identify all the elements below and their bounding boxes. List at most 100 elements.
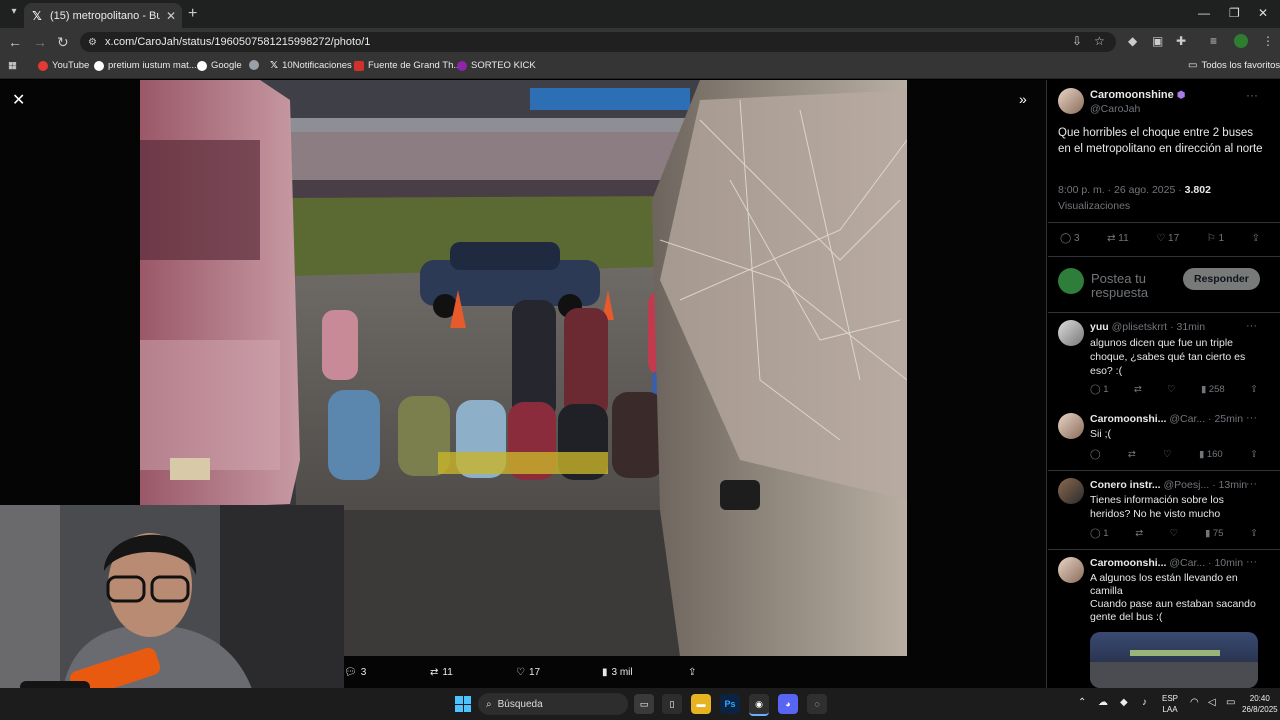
reply-text: Tienes información sobre los heridos? No… bbox=[1090, 494, 1224, 520]
post-meta: 8:00 p. m. · 26 ago. 2025 · 3.802 bbox=[1058, 184, 1211, 196]
window-close-icon[interactable]: ✕ bbox=[1258, 6, 1268, 20]
reply-action[interactable]: 💬︎ 3 bbox=[344, 667, 430, 678]
author-avatar[interactable] bbox=[1058, 88, 1084, 114]
reply-avatar[interactable] bbox=[1058, 557, 1084, 583]
share-icon[interactable]: ⇪ bbox=[1250, 384, 1258, 395]
reply-more-icon[interactable]: ··· bbox=[1246, 478, 1257, 490]
divider bbox=[1048, 256, 1280, 257]
reply-icon[interactable]: ◯ bbox=[1090, 449, 1101, 460]
menu-kebab-icon[interactable]: ⋮ bbox=[1262, 34, 1274, 48]
tab-search-icon[interactable]: ▾ bbox=[6, 6, 22, 22]
bookmark-globe[interactable] bbox=[249, 60, 259, 70]
clock[interactable]: 20:40 26/8/2025 bbox=[1242, 693, 1278, 715]
task-view-icon[interactable]: ▭ bbox=[634, 694, 654, 714]
close-viewer-icon[interactable]: ✕ bbox=[12, 90, 25, 110]
repost-action[interactable]: ⇄ 11 bbox=[430, 667, 516, 678]
views-stat[interactable]: ▮ 160 bbox=[1199, 449, 1223, 460]
bookmark-youtube[interactable]: YouTube bbox=[38, 60, 89, 71]
reply-avatar[interactable] bbox=[1058, 413, 1084, 439]
restore-icon[interactable]: ❐ bbox=[1229, 6, 1240, 20]
author-display-name[interactable]: Caromoonshine ⬢ bbox=[1090, 89, 1186, 101]
share-icon[interactable]: ⇪ bbox=[1250, 449, 1258, 460]
tray-app-icon[interactable]: ◆ bbox=[1120, 697, 1128, 708]
language-indicator[interactable]: ESP LAA bbox=[1162, 693, 1178, 715]
forward-icon[interactable]: → bbox=[33, 34, 47, 50]
reply-stats: ◯ 1 ⇄ ♡ ▮ 258 ⇪ bbox=[1090, 384, 1258, 395]
like-action[interactable]: ♡ 17 bbox=[516, 667, 602, 678]
app-icon-2[interactable]: ◌ bbox=[807, 694, 827, 714]
address-bar[interactable]: ⚙ x.com/CaroJah/status/19605075812159982… bbox=[80, 32, 1116, 52]
expand-sidebar-icon[interactable]: » bbox=[1019, 91, 1027, 107]
tray-chevron-icon[interactable]: ⌃ bbox=[1078, 697, 1086, 708]
tab-close-icon[interactable]: ✕ bbox=[166, 9, 176, 23]
media-control-icon[interactable]: ≡ bbox=[1210, 34, 1217, 48]
reply-composer-input[interactable]: Postea tu respuesta bbox=[1091, 272, 1181, 302]
browser-tab[interactable]: 𝕏 (15) metropolitano - Buscar / X ✕ bbox=[24, 3, 182, 28]
battery-icon[interactable]: ▭ bbox=[1226, 697, 1235, 708]
windows-start-icon[interactable] bbox=[455, 696, 471, 712]
cloud-icon[interactable]: ☁ bbox=[1098, 697, 1108, 708]
profile-avatar[interactable] bbox=[1234, 34, 1248, 48]
reply-media-image[interactable] bbox=[1090, 632, 1258, 688]
reply-more-icon[interactable]: ··· bbox=[1246, 556, 1257, 568]
bookmark-fuente[interactable]: Fuente de Grand Th... bbox=[354, 60, 461, 71]
chrome-icon[interactable]: ◉ bbox=[749, 694, 769, 716]
extension-icon-2[interactable]: ▣ bbox=[1152, 34, 1163, 48]
reply-header: yuu @plisetskrrt · 31min bbox=[1090, 321, 1206, 333]
taskbar-search[interactable]: ⌕ Búsqueda bbox=[478, 693, 628, 715]
bookmark-pretium[interactable]: pretium iustum mat... bbox=[94, 60, 197, 71]
views-action[interactable]: ▮ 3 mil bbox=[602, 667, 688, 678]
author-handle[interactable]: @CaroJah bbox=[1090, 103, 1140, 115]
site-info-icon[interactable]: ⚙ bbox=[88, 37, 97, 48]
extension-icon[interactable]: ◆ bbox=[1128, 34, 1137, 48]
extensions-puzzle-icon[interactable]: ✚ bbox=[1176, 34, 1186, 48]
repost-icon[interactable]: ⇄ bbox=[1134, 384, 1142, 395]
heart-icon[interactable]: ♡ bbox=[1167, 384, 1176, 395]
new-tab-button[interactable]: + bbox=[188, 5, 197, 23]
bookmark-stat[interactable]: ⚐ 1 bbox=[1207, 233, 1224, 244]
heart-icon[interactable]: ♡ bbox=[1163, 449, 1172, 460]
heart-icon[interactable]: ♡ bbox=[1170, 528, 1179, 539]
reply-stat[interactable]: ◯ 1 bbox=[1090, 528, 1109, 539]
reply-avatar[interactable] bbox=[1058, 320, 1084, 346]
views-stat[interactable]: ▮ 75 bbox=[1205, 528, 1223, 539]
minimize-icon[interactable]: — bbox=[1198, 6, 1210, 20]
youtube-icon bbox=[38, 60, 48, 71]
wifi-icon[interactable]: ◠ bbox=[1190, 697, 1199, 708]
reply-avatar[interactable] bbox=[1058, 478, 1084, 504]
repost-icon[interactable]: ⇄ bbox=[1128, 449, 1136, 460]
file-explorer-icon[interactable]: ▬ bbox=[691, 694, 711, 714]
photoshop-icon[interactable]: Ps bbox=[720, 694, 740, 714]
discord-icon[interactable]: ◕ bbox=[778, 694, 798, 714]
reply-text: algunos dicen que fue un triple choque, … bbox=[1090, 337, 1246, 377]
reply-submit-button[interactable]: Responder bbox=[1183, 268, 1260, 290]
bookmark-star-icon[interactable]: ☆ bbox=[1094, 34, 1105, 48]
reply-stat[interactable]: ◯ 1 bbox=[1090, 384, 1109, 395]
install-app-icon[interactable]: ⇩ bbox=[1072, 34, 1082, 48]
reply-more-icon[interactable]: ··· bbox=[1246, 320, 1257, 332]
reply-more-icon[interactable]: ··· bbox=[1246, 412, 1257, 424]
more-options-icon[interactable]: ··· bbox=[1246, 88, 1258, 102]
share-icon[interactable]: ⇪ bbox=[1252, 233, 1260, 244]
volume-icon[interactable]: ◁ bbox=[1208, 697, 1216, 708]
reply-stat[interactable]: ◯ 3 bbox=[1060, 233, 1080, 244]
like-stat[interactable]: ♡ 17 bbox=[1156, 233, 1179, 244]
bar-chart-icon: ▮ bbox=[602, 666, 608, 678]
repost-icon[interactable]: ⇄ bbox=[1135, 528, 1143, 539]
all-bookmarks[interactable]: ▭ Todos los favoritos bbox=[1188, 60, 1280, 71]
repost-stat[interactable]: ⇄ 11 bbox=[1107, 233, 1129, 244]
reply-header: Caromoonshi... @Car... · 10min bbox=[1090, 557, 1244, 569]
kick-icon bbox=[457, 60, 467, 71]
apps-grid-icon[interactable]: ▦ bbox=[8, 60, 17, 71]
share-action[interactable]: ⇪ bbox=[688, 667, 696, 678]
bookmark-notifications[interactable]: 𝕏 10Notificaciones bbox=[270, 60, 352, 71]
post-text: Que horribles el choque entre 2 buses en… bbox=[1058, 127, 1263, 155]
share-icon[interactable]: ⇪ bbox=[1250, 528, 1258, 539]
views-stat[interactable]: ▮ 258 bbox=[1201, 384, 1225, 395]
bookmark-google[interactable]: Google bbox=[197, 60, 242, 71]
microphone-icon[interactable]: ♪ bbox=[1142, 697, 1147, 708]
back-icon[interactable]: ← bbox=[8, 34, 22, 50]
bookmark-sorteo-kick[interactable]: SORTEO KICK bbox=[457, 60, 536, 71]
app-icon[interactable]: ▯ bbox=[662, 694, 682, 714]
reload-icon[interactable]: ↻ bbox=[57, 34, 69, 51]
